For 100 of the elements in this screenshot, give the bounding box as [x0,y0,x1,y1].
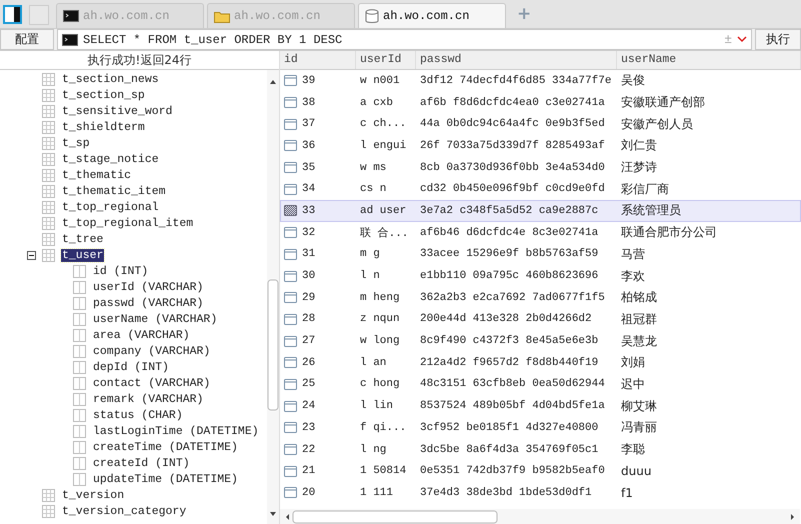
horizontal-scrollbar[interactable] [280,509,800,524]
tree-item[interactable]: t_thematic_item [61,184,167,198]
table-row[interactable]: 33 ad user 3e7a2 c348f5a5d52 ca9e2887c 系统管理员 [280,200,801,222]
row-icon[interactable] [284,466,297,477]
table-cell-text: 吴慧龙 [620,332,658,350]
table-cell-text: 37e4d3 38de3bd 1bde53d0df1 [419,486,593,499]
table-cell-text: 吴俊 [620,72,646,90]
row-icon[interactable] [284,75,297,86]
table-cell-text: 200e44d 413e328 2b0d4266d2 [419,313,593,326]
table-cell-text: 安徽产创人员 [620,116,694,133]
table-row[interactable]: 34 cs n cd32 0b450e096f9bf c0cd9e0fd 彩信厂商 [280,178,801,200]
table-row[interactable]: 36 l engui 26f 7033a75d339d7f 8285493af 刘仁贵 [280,135,801,157]
tree-item[interactable]: t_user [61,248,104,262]
table-cell-text: 1 50814 [359,465,408,478]
tree-item[interactable]: t_sp [61,136,91,150]
tree-item[interactable]: t_section_sp [61,88,146,102]
table-icon [42,200,55,214]
tab[interactable]: ah.wo.com.cn [358,3,506,28]
tree-item[interactable]: t_sensitive_word [61,104,174,118]
table-cell-text: 系统管理员 [620,202,682,220]
table-icon [42,152,55,166]
row-icon[interactable] [284,270,297,282]
column-icon [73,424,86,438]
table-cell-text: 安徽联通产创部 [620,94,706,112]
table-row[interactable]: 38 a cxb af6b f8d6dcfdc4ea0 c3e02741a 安徽联通产创部 [280,92,801,114]
row-icon[interactable] [284,487,297,498]
tree-item[interactable]: status (CHAR) [92,408,184,422]
row-icon[interactable] [284,422,297,434]
tree-item[interactable]: updateTime (DATETIME) [92,472,239,486]
tree-item[interactable]: t_version_category [61,504,188,518]
tree-item[interactable]: lastLoginTime (DATETIME) [92,424,260,438]
tree-item[interactable]: t_top_regional [61,200,160,214]
table-row[interactable]: 22 l ng 3dc5be 8a6f4d3a 354769f05c1 李聪 [280,438,801,460]
table-cell-text: m heng [359,292,401,304]
column-header[interactable]: userName [617,51,801,69]
table-row[interactable]: 37 c ch... 44a 0b0dc94c64a4fc 0e9b3f5ed 安徽产创人员 [280,113,801,136]
table-cell-text: 冯青丽 [620,419,658,436]
run-button[interactable]: 执行 [755,29,801,50]
collapse-icon[interactable] [27,250,36,260]
row-icon[interactable] [284,97,297,108]
table-row[interactable]: 39 w n001 3df12 74decfd4f6d85 334a77f7e 吴俊 [280,70,801,92]
table-row[interactable]: 32 联 合... af6b46 d6dcfdc4e 8c3e02741a 联通合肥市分公司 [280,222,801,244]
caret-icon[interactable] [737,36,747,43]
row-icon[interactable] [284,336,297,347]
table-row[interactable]: 26 l an 212a4d2 f9657d2 f8d8b440f19 刘娟 [280,352,801,374]
tree-item[interactable]: t_thematic [61,168,132,182]
row-icon[interactable] [284,227,297,238]
row-icon[interactable] [284,314,297,325]
row-icon[interactable] [284,444,297,456]
tree-item[interactable]: t_top_regional_item [61,216,194,230]
tree-item[interactable]: t_tree [61,232,104,246]
tree-item[interactable]: t_shieldterm [61,120,146,134]
tree-item[interactable]: id (INT) [92,264,150,278]
tree-item[interactable]: passwd (VARCHAR) [92,296,204,310]
tree-item[interactable]: contact (VARCHAR) [92,376,212,390]
tree-item[interactable]: t_section_news [61,72,160,86]
column-header[interactable]: userId [356,51,416,69]
table-row[interactable]: 23 f qi... 3cf952 be0185f1 4d327e40800 冯青丽 [280,417,801,439]
row-icon[interactable] [284,118,297,130]
row-icon[interactable] [284,184,297,195]
tree-item[interactable]: userId (VARCHAR) [92,280,204,294]
row-icon[interactable] [284,357,297,368]
row-selected-icon[interactable] [284,205,297,216]
config-button[interactable]: 配置 [0,29,54,50]
table-row[interactable]: 24 l lin 8537524 489b05bf 4d04bd5fe1a 柳艾琳 [280,395,801,417]
column-header[interactable]: passwd [416,51,617,69]
table-row[interactable]: 21 1 50814 0e5351 742db37f9 b9582b5eaf0 duuu [280,460,801,482]
table-row[interactable]: 31 m g 33acee 15296e9f b8b5763af59 马营 [280,244,801,266]
row-icon[interactable] [284,248,297,260]
tree-item[interactable]: depId (INT) [92,360,170,374]
tree-item[interactable]: userName (VARCHAR) [92,312,218,326]
table-row[interactable]: 20 1 111 37e4d3 38de3bd 1bde53d0df1 f1 [280,482,801,504]
table-row[interactable]: 27 w long 8c9f490 c4372f3 8e45a5e6e3b 吴慧龙 [280,330,801,352]
query-field[interactable]: SELECT * FROM t_user ORDER BY 1 DESC ± [57,29,752,50]
tree-item[interactable]: company (VARCHAR) [92,344,212,358]
terminal-icon [62,34,78,46]
table-icon [42,72,55,86]
row-icon[interactable] [284,140,297,152]
table-row[interactable]: 28 z nqun 200e44d 413e328 2b0d4266d2 祖冠群 [280,308,801,330]
tree-item[interactable]: t_stage_notice [61,152,160,166]
table-row[interactable]: 25 c hong 48c3151 63cfb8eb 0ea50d62944 迟中 [280,374,801,396]
column-icon [73,440,86,454]
column-header[interactable]: id [280,51,356,69]
tree-item[interactable]: area (VARCHAR) [92,328,191,342]
row-icon[interactable] [284,292,297,304]
table-cell: 31 [302,248,316,260]
table-cell-text: 3cf952 be0185f1 4d327e40800 [419,422,600,434]
tree-item[interactable]: createTime (DATETIME) [92,440,239,454]
table-row[interactable]: 29 m heng 362a2b3 e2ca7692 7ad0677f1f5 柏铭成 [280,286,801,309]
table-row[interactable]: 35 w ms 8cb 0a3730d936f0bb 3e4a534d0 汪梦诗 [280,156,801,178]
tree-item[interactable]: remark (VARCHAR) [92,392,204,406]
terminal-icon [63,10,79,22]
tree-item[interactable]: t_version [61,488,126,502]
table-cell-text: 48c3151 63cfb8eb 0ea50d62944 [419,378,606,390]
row-icon[interactable] [284,400,297,412]
panel-toggle-icon[interactable] [3,5,22,24]
table-row[interactable]: 30 l n e1bb110 09a795c 460b8623696 李欢 [280,265,801,287]
row-icon[interactable] [284,162,297,174]
row-icon[interactable] [284,378,297,390]
tree-item[interactable]: createId (INT) [92,456,191,470]
